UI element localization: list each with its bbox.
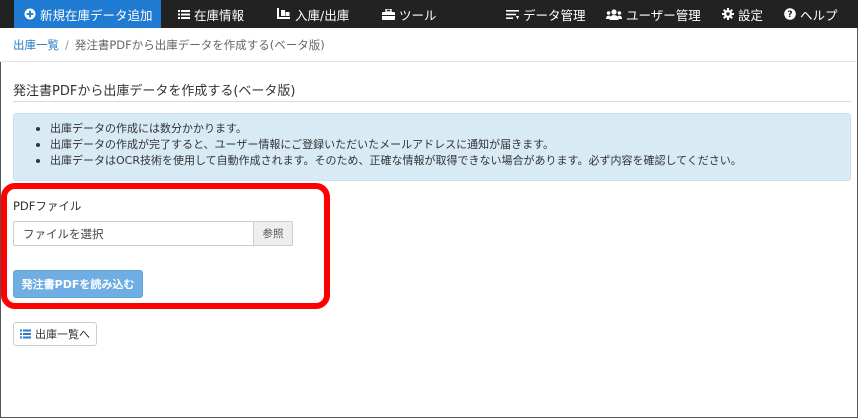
highlight-box <box>1 183 330 309</box>
gear-icon <box>722 8 734 20</box>
nav-label: 在庫情報 <box>194 7 245 23</box>
breadcrumb-current: 発注書PDFから出庫データを作成する(ベータ版) <box>74 37 325 52</box>
top-navbar: 新規在庫データ追加 在庫情報 入庫/出庫 ツール データ管理 ユーザー管理 設定… <box>0 0 858 28</box>
svg-text:?: ? <box>787 10 792 20</box>
list-icon <box>20 329 31 339</box>
breadcrumb-separator: / <box>65 37 69 52</box>
info-list-item: 出庫データはOCR技術を使用して自動作成されます。そのため、正確な情報が取得でき… <box>36 153 850 169</box>
list-icon <box>178 9 190 20</box>
nav-user-management[interactable]: ユーザー管理 <box>606 0 701 28</box>
nav-help[interactable]: ? ヘルプ <box>784 0 838 28</box>
toolbox-icon <box>382 8 395 20</box>
info-list-item: 出庫データの作成には数分かかります。 <box>36 121 850 137</box>
nav-data-management[interactable]: データ管理 <box>506 0 586 28</box>
nav-tools[interactable]: ツール <box>382 0 437 28</box>
dolly-icon <box>277 8 291 20</box>
title-divider <box>13 101 851 102</box>
info-alert: 出庫データの作成には数分かかります。 出庫データの作成が完了すると、ユーザー情報… <box>13 113 851 181</box>
info-list-item: 出庫データの作成が完了すると、ユーザー情報にご登録いただいたメールアドレスに通知… <box>36 137 850 153</box>
nav-label: 設定 <box>738 7 764 23</box>
nav-settings[interactable]: 設定 <box>722 0 763 28</box>
nav-label: ツール <box>399 7 437 23</box>
back-button-label: 出庫一覧へ <box>35 328 90 341</box>
sliders-icon <box>506 9 519 20</box>
question-circle-icon: ? <box>784 8 796 20</box>
nav-new-stock-data[interactable]: 新規在庫データ追加 <box>14 0 161 28</box>
nav-in-out[interactable]: 入庫/出庫 <box>277 0 349 28</box>
nav-label: ヘルプ <box>800 7 838 23</box>
users-icon <box>606 8 622 20</box>
plus-circle-icon <box>24 8 36 20</box>
breadcrumb: 出庫一覧 / 発注書PDFから出庫データを作成する(ベータ版) <box>0 28 856 62</box>
back-to-shipping-list-button[interactable]: 出庫一覧へ <box>13 322 97 346</box>
nav-label: データ管理 <box>523 7 586 23</box>
page-title: 発注書PDFから出庫データを作成する(ベータ版) <box>13 84 296 99</box>
nav-label: 新規在庫データ追加 <box>40 7 153 23</box>
breadcrumb-link-shipping-list[interactable]: 出庫一覧 <box>13 37 59 53</box>
nav-stock-info[interactable]: 在庫情報 <box>178 0 244 28</box>
info-list: 出庫データの作成には数分かかります。 出庫データの作成が完了すると、ユーザー情報… <box>14 114 850 169</box>
nav-label: 入庫/出庫 <box>295 7 350 23</box>
nav-label: ユーザー管理 <box>626 7 701 23</box>
